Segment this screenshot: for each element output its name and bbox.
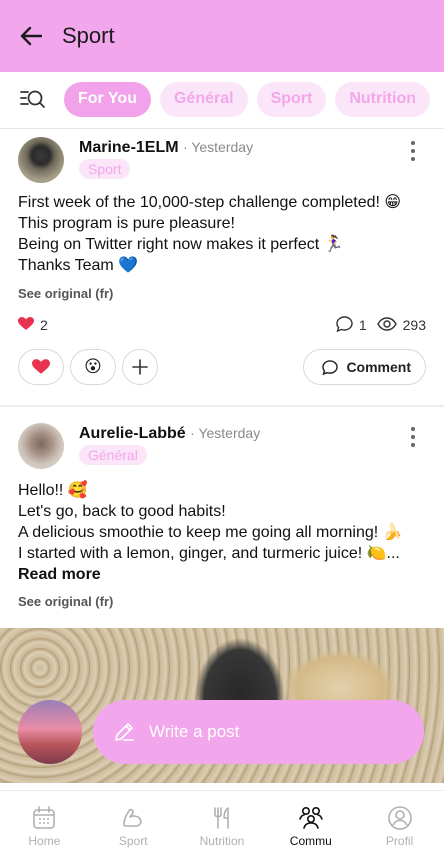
write-post-button[interactable]: Write a post: [93, 700, 424, 764]
comment-bubble-icon: [322, 359, 339, 375]
add-reaction-button[interactable]: [122, 349, 158, 385]
community-icon: [298, 806, 323, 829]
author-name[interactable]: Aurelie-Labbé · Yesterday: [79, 425, 260, 443]
post-time: · Yesterday: [183, 139, 254, 155]
divider: [0, 405, 444, 407]
heart-icon: [18, 316, 34, 334]
see-original-link[interactable]: See original (fr): [18, 286, 113, 301]
post-body: First week of the 10,000-step challenge …: [18, 192, 426, 276]
read-more-link[interactable]: Read more: [18, 564, 426, 585]
filter-bar: For You Général Sport Nutrition: [0, 81, 444, 117]
nav-label: Sport: [118, 834, 148, 848]
reaction-bar: 😮 Comment: [18, 349, 426, 385]
chip-general[interactable]: Général: [159, 81, 248, 117]
nav-profil[interactable]: Profil: [355, 791, 444, 858]
nav-sport[interactable]: Sport: [89, 791, 178, 858]
post-line: Being on Twitter right now makes it perf…: [18, 236, 344, 253]
author-name[interactable]: Marine-1ELM · Yesterday: [79, 139, 253, 157]
post-line: Let's go, back to good habits!: [18, 503, 226, 520]
back-arrow-icon[interactable]: [18, 23, 44, 49]
page-title: Sport: [62, 23, 115, 48]
react-surprised-button[interactable]: 😮: [70, 349, 116, 385]
more-options-icon[interactable]: [410, 427, 416, 447]
nav-label: Nutrition: [199, 834, 245, 848]
nav-commu[interactable]: Commu: [266, 791, 355, 858]
react-heart-button[interactable]: [18, 349, 64, 385]
chip-nutrition[interactable]: Nutrition: [335, 81, 430, 117]
divider: [0, 128, 444, 129]
author-avatar[interactable]: [18, 137, 64, 183]
post-line: Thanks Team 💙: [18, 257, 139, 274]
app-header: Sport: [0, 0, 444, 72]
post-time: · Yesterday: [190, 425, 261, 441]
chip-sport[interactable]: Sport: [256, 81, 327, 117]
post-line: First week of the 10,000-step challenge …: [18, 194, 402, 211]
calendar-icon: [33, 806, 56, 829]
comments-count: 1: [358, 317, 367, 333]
post-line: I started with a lemon, ginger, and turm…: [18, 545, 400, 562]
search-filter-icon[interactable]: [18, 84, 48, 114]
post-tag: Général: [79, 445, 147, 465]
profile-icon: [387, 806, 412, 830]
write-post-label: Write a post: [149, 722, 240, 741]
comment-button-label: Comment: [346, 359, 411, 375]
post-line: Hello!! 🥰: [18, 482, 88, 499]
pencil-icon: [115, 723, 134, 741]
user-avatar[interactable]: [18, 700, 82, 764]
plus-icon: [132, 359, 148, 375]
post-stats: 2 1 293: [18, 315, 426, 335]
heart-icon: [32, 359, 50, 374]
eye-icon: [376, 316, 397, 334]
post-tag: Sport: [79, 159, 131, 179]
nav-label: Profil: [385, 834, 414, 848]
author-name-text: Aurelie-Labbé: [79, 425, 186, 442]
muscle-icon: [123, 808, 142, 827]
surprised-face-icon: 😮: [84, 357, 102, 376]
nav-label: Home: [28, 834, 61, 848]
comment-button[interactable]: Comment: [303, 349, 426, 385]
author-name-text: Marine-1ELM: [79, 139, 179, 156]
likes-count: 2: [40, 317, 48, 333]
post-line: This program is pure pleasure!: [18, 215, 235, 232]
post-body: Hello!! 🥰 Let's go, back to good habits!…: [18, 480, 426, 585]
comment-bubble-icon: [336, 315, 353, 335]
see-original-link[interactable]: See original (fr): [18, 594, 113, 609]
views-count: 293: [402, 317, 426, 333]
chip-for-you[interactable]: For You: [64, 81, 151, 117]
author-avatar[interactable]: [18, 423, 64, 469]
post-line: A delicious smoothie to keep me going al…: [18, 524, 403, 541]
nav-label: Commu: [289, 834, 332, 848]
nav-nutrition[interactable]: Nutrition: [178, 791, 267, 858]
nav-home[interactable]: Home: [0, 791, 89, 858]
bottom-navigation: Home Sport Nutrition Commu Profil: [0, 790, 444, 858]
more-options-icon[interactable]: [410, 141, 416, 161]
utensils-icon: [214, 807, 229, 829]
